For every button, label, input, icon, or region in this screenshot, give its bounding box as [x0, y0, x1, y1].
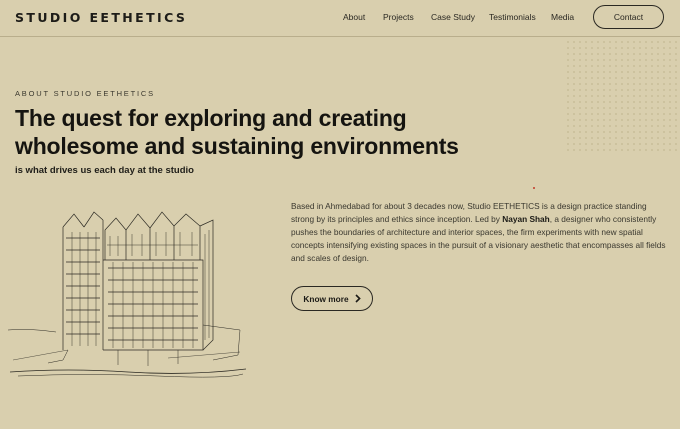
site-header: STUDIO EETHETICS About Projects Case Stu…	[0, 0, 680, 37]
know-more-button[interactable]: Know more	[291, 286, 373, 311]
founder-name: Nayan Shah	[502, 214, 550, 224]
nav-testimonials[interactable]: Testimonials	[489, 12, 536, 22]
nav-case-study[interactable]: Case Study	[431, 12, 475, 22]
hero-headline: The quest for exploring and creating who…	[15, 105, 459, 159]
red-dot-decoration	[533, 187, 535, 189]
brand-logo[interactable]: STUDIO EETHETICS	[15, 10, 187, 25]
section-eyebrow: ABOUT STUDIO EETHETICS	[15, 89, 155, 98]
dot-pattern-decoration	[565, 39, 680, 154]
building-sketch-illustration	[8, 211, 247, 378]
chevron-right-icon	[355, 294, 361, 303]
contact-button[interactable]: Contact	[593, 5, 664, 29]
know-more-label: Know more	[303, 293, 349, 304]
nav-media[interactable]: Media	[551, 12, 574, 22]
hero-subline: is what drives us each day at the studio	[15, 165, 194, 176]
about-paragraph: Based in Ahmedabad for about 3 decades n…	[291, 200, 669, 265]
nav-projects[interactable]: Projects	[383, 12, 414, 22]
nav-about[interactable]: About	[343, 12, 365, 22]
